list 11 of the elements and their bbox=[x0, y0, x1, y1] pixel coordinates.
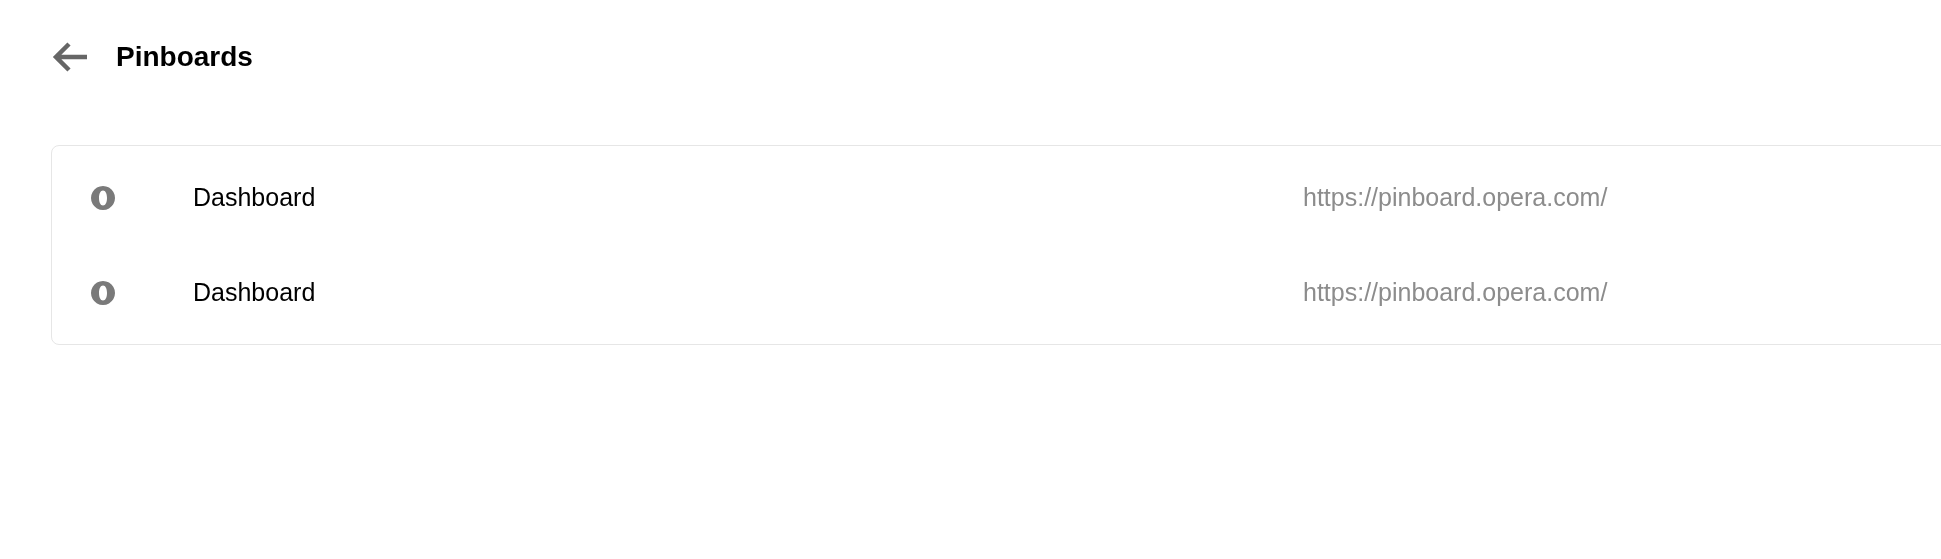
page-title: Pinboards bbox=[116, 40, 253, 74]
pinboard-row[interactable]: Dashboard https://pinboard.opera.com/ bbox=[52, 150, 1941, 245]
opera-logo-icon bbox=[90, 184, 116, 211]
opera-logo-icon bbox=[90, 279, 116, 306]
pinboard-name: Dashboard bbox=[193, 181, 317, 213]
back-arrow-icon bbox=[51, 41, 89, 73]
back-button[interactable] bbox=[50, 40, 90, 74]
pinboard-url: https://pinboard.opera.com/ bbox=[1303, 276, 1608, 308]
pinboard-url: https://pinboard.opera.com/ bbox=[1303, 181, 1608, 213]
pinboard-row[interactable]: Dashboard https://pinboard.opera.com/ bbox=[52, 245, 1941, 340]
pinboard-name: Dashboard bbox=[193, 276, 317, 308]
